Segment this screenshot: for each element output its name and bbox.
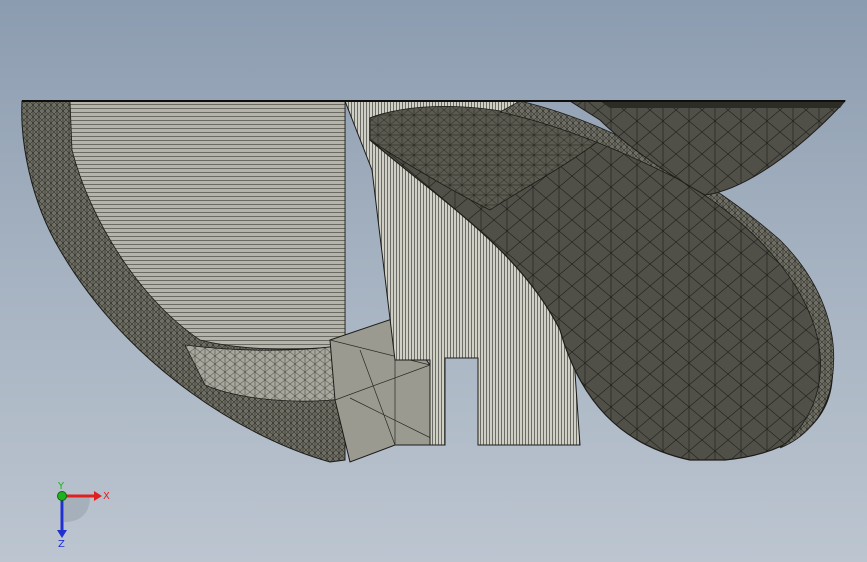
y-axis-dot-icon [57, 491, 67, 501]
x-axis-arrow-icon [94, 491, 102, 501]
coordinate-triad: X Y Z [42, 481, 122, 550]
top-right-blade-edge [600, 101, 845, 108]
z-axis-label: Z [58, 539, 65, 548]
graphics-viewport[interactable]: X Y Z [0, 0, 867, 562]
z-axis-arrow-icon [57, 530, 67, 538]
triad-shadow [64, 496, 90, 522]
mesh-model[interactable] [0, 0, 867, 562]
y-axis-label: Y [57, 482, 65, 492]
x-axis-label: X [103, 491, 110, 502]
